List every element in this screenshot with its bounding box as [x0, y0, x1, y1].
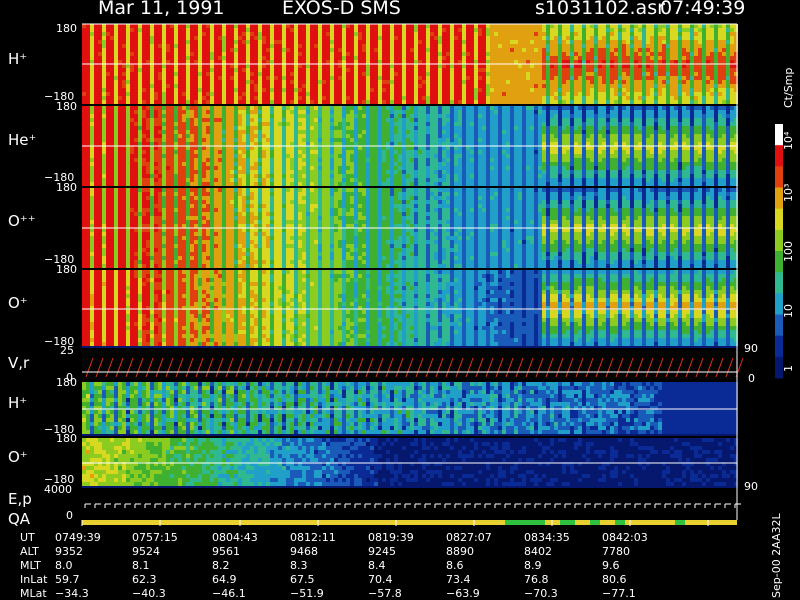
- tick-h-top: 180: [56, 22, 77, 35]
- ephem-mlt-1: 8.1: [132, 559, 150, 572]
- ephem-alt-1: 9524: [132, 545, 160, 558]
- ephem-mlt-0: 8.0: [55, 559, 73, 572]
- ephem-mlat-7: −77.1: [602, 587, 636, 600]
- ephem-alt-0: 9352: [55, 545, 83, 558]
- spectrogram-plot: [0, 0, 800, 600]
- ephem-inlat-2: 64.9: [212, 573, 237, 586]
- panel-label-o-plus: O⁺: [8, 294, 28, 312]
- ephem-alt-6: 8402: [524, 545, 552, 558]
- tick-vr-right-top: 90: [744, 342, 758, 355]
- ephem-inlat-5: 73.4: [446, 573, 471, 586]
- ephem-ut-4: 0819:39: [368, 531, 414, 544]
- ephem-alt-4: 9245: [368, 545, 396, 558]
- ephem-mlat-1: −40.3: [132, 587, 166, 600]
- ephem-ut-2: 0804:43: [212, 531, 258, 544]
- ephem-mlt-5: 8.6: [446, 559, 464, 572]
- tick-h2-top: 180: [56, 376, 77, 389]
- ephem-mlat-5: −63.9: [446, 587, 480, 600]
- footer-id: Sep-00 2AA32L: [770, 513, 783, 598]
- panel-label-o-pp: O⁺⁺: [8, 212, 36, 230]
- qa-bar: [82, 520, 737, 525]
- tick-opp-top: 180: [56, 181, 77, 194]
- colorbar-tick-10: 10: [782, 304, 795, 318]
- ephem-label-alt: ALT: [20, 545, 39, 558]
- ephem-ut-7: 0842:03: [602, 531, 648, 544]
- tick-ep-top: 4000: [44, 483, 72, 496]
- ephem-inlat-0: 59.7: [55, 573, 80, 586]
- ephem-alt-5: 8890: [446, 545, 474, 558]
- ephem-inlat-3: 67.5: [290, 573, 315, 586]
- ephem-inlat-7: 80.6: [602, 573, 627, 586]
- ephem-mlt-4: 8.4: [368, 559, 386, 572]
- ephem-alt-7: 7780: [602, 545, 630, 558]
- ephem-mlt-3: 8.3: [290, 559, 308, 572]
- tick-o2-right: 90: [744, 480, 758, 493]
- ephem-inlat-6: 76.8: [524, 573, 549, 586]
- colorbar-tick-1: 1: [782, 365, 795, 372]
- ephem-mlt-6: 8.9: [524, 559, 542, 572]
- panel-label-ep: E,p: [8, 490, 32, 508]
- ephem-mlat-6: −70.3: [524, 587, 558, 600]
- ephem-mlat-0: −34.3: [55, 587, 89, 600]
- colorbar-title: Ct/Smp: [782, 68, 795, 108]
- ephem-mlt-7: 9.6: [602, 559, 620, 572]
- ephem-ut-5: 0827:07: [446, 531, 492, 544]
- tick-o-top: 180: [56, 263, 77, 276]
- tick-o2-top: 180: [56, 432, 77, 445]
- ephem-mlat-4: −57.8: [368, 587, 402, 600]
- tick-ep-bottom: 0: [66, 509, 73, 522]
- tick-vr-top: 25: [60, 344, 74, 357]
- colorbar-tick-10e4: 10⁴: [782, 132, 795, 150]
- colorbar-tick-100: 100: [782, 241, 795, 262]
- ephem-mlt-2: 8.2: [212, 559, 230, 572]
- ephem-mlat-3: −51.9: [290, 587, 324, 600]
- panel-label-o-plus-2: O⁺: [8, 448, 28, 466]
- ephem-alt-3: 9468: [290, 545, 318, 558]
- panel-label-h-plus: H⁺: [8, 50, 27, 68]
- ephem-label-mlt: MLT: [20, 559, 41, 572]
- ephem-inlat-1: 62.3: [132, 573, 157, 586]
- tick-vr-right-bottom: 0: [748, 372, 755, 385]
- ephem-alt-2: 9561: [212, 545, 240, 558]
- ephem-ut-1: 0757:15: [132, 531, 178, 544]
- ephem-mlat-2: −46.1: [212, 587, 246, 600]
- panel-label-vr: V,r: [8, 354, 29, 372]
- panel-label-h-plus-2: H⁺: [8, 394, 27, 412]
- ephem-ut-6: 0834:35: [524, 531, 570, 544]
- colorbar-tick-10e3: 10³: [782, 184, 795, 202]
- ephem-ut-0: 0749:39: [55, 531, 101, 544]
- ephem-inlat-4: 70.4: [368, 573, 393, 586]
- ephem-label-inlat: InLat: [20, 573, 47, 586]
- ephem-ut-3: 0812:11: [290, 531, 336, 544]
- panel-label-qa: QA: [8, 510, 30, 528]
- tick-he-top: 180: [56, 100, 77, 113]
- panel-label-he-plus: He⁺: [8, 131, 36, 149]
- ephem-label-ut: UT: [20, 531, 35, 544]
- ephem-label-mlat: MLat: [20, 587, 47, 600]
